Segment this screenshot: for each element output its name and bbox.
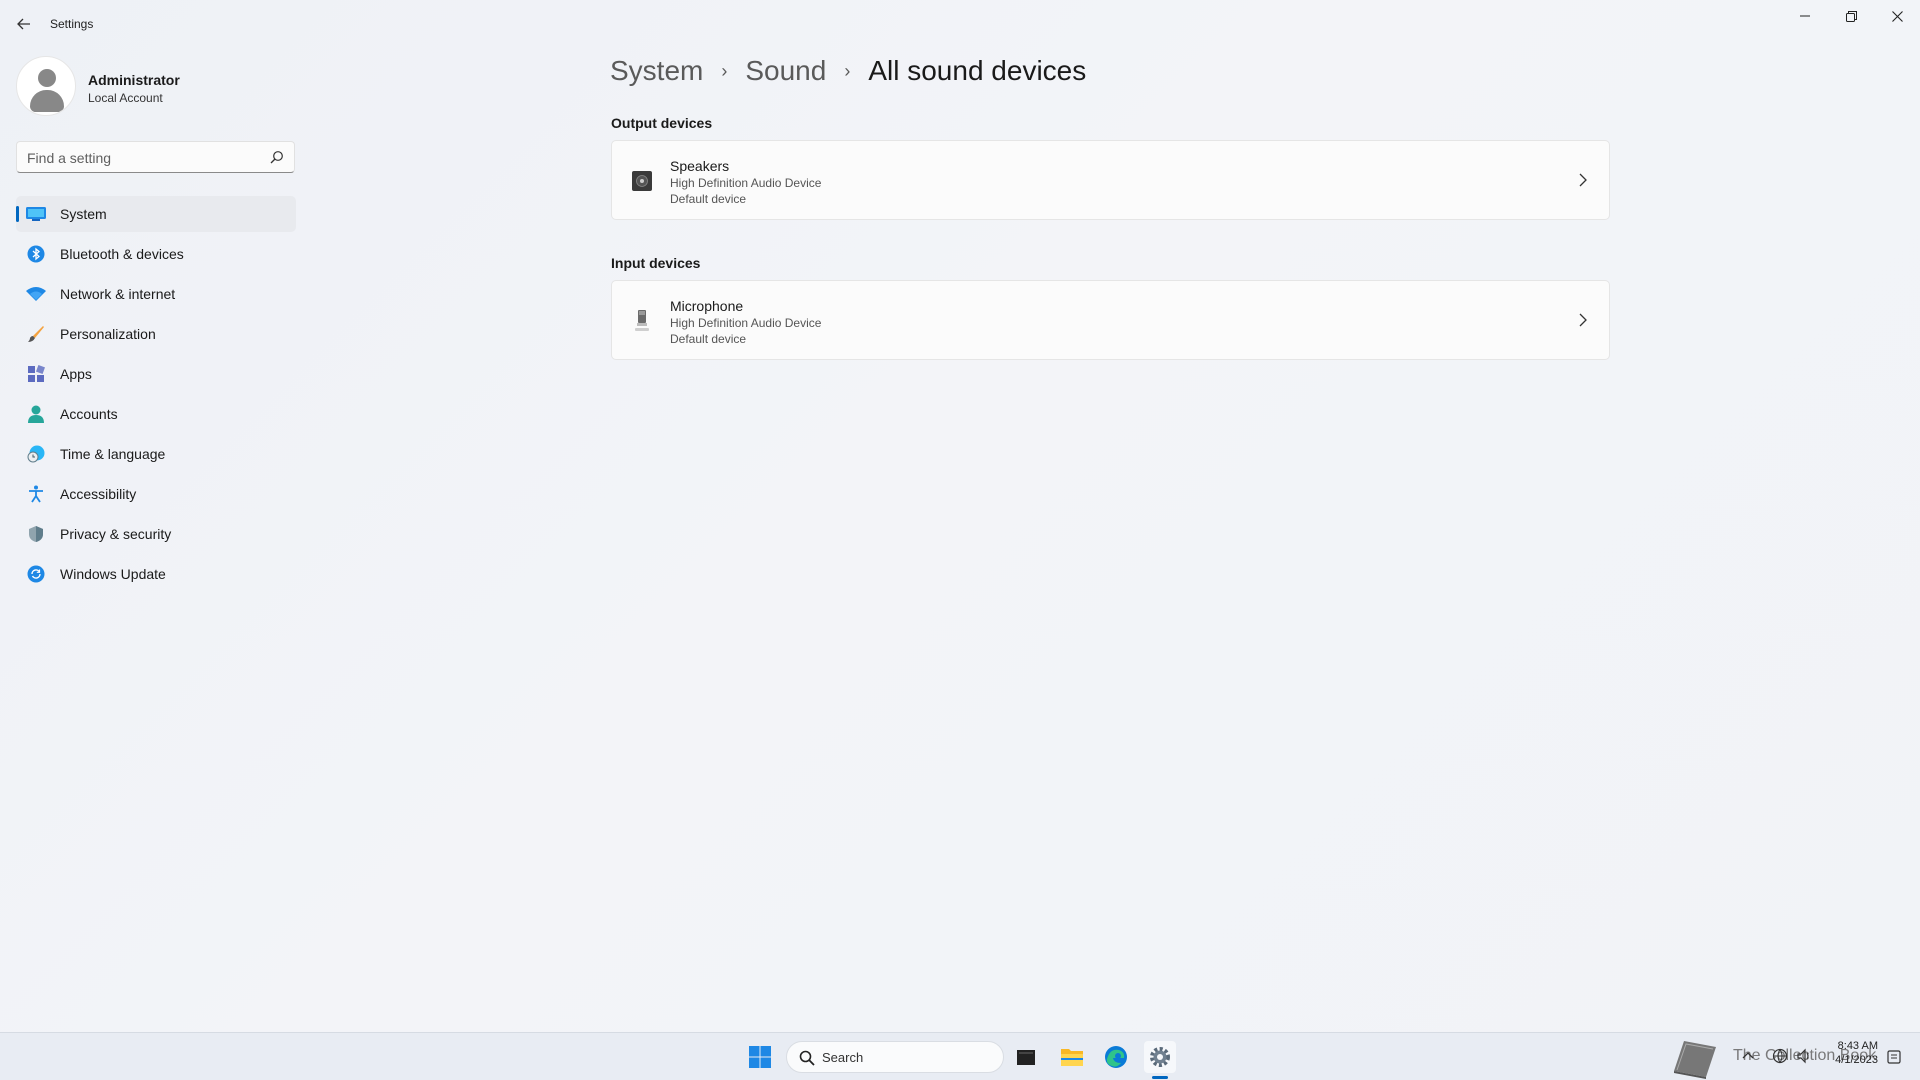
- sidebar-item-apps[interactable]: Apps: [16, 356, 296, 392]
- task-view-button[interactable]: [1010, 1041, 1042, 1073]
- profile-account-type: Local Account: [88, 91, 163, 105]
- settings-window: Settings Administrator Local Account Fin…: [0, 0, 1920, 1032]
- sidebar-item-bluetooth[interactable]: Bluetooth & devices: [16, 236, 296, 272]
- sidebar-item-label: Time & language: [60, 446, 166, 462]
- edge-browser-button[interactable]: [1100, 1041, 1132, 1073]
- bluetooth-icon: [26, 245, 46, 263]
- breadcrumb-separator: ›: [844, 60, 851, 81]
- clock-date[interactable]: 4/1/2023: [1824, 1054, 1878, 1066]
- sidebar-item-network[interactable]: Network & internet: [16, 276, 296, 312]
- sidebar-item-label: Apps: [60, 366, 92, 382]
- windows-start-icon[interactable]: [748, 1045, 772, 1069]
- active-app-indicator: [1152, 1076, 1168, 1079]
- notification-icon[interactable]: [1886, 1049, 1902, 1065]
- sidebar-item-system[interactable]: System: [16, 196, 296, 232]
- breadcrumb: System › Sound › All sound devices: [610, 55, 1086, 87]
- task-view-icon: [1017, 1050, 1035, 1065]
- accessibility-icon: [26, 485, 46, 503]
- close-button[interactable]: [1874, 0, 1920, 32]
- sidebar-item-privacy[interactable]: Privacy & security: [16, 516, 296, 552]
- folder-icon: [1061, 1049, 1083, 1066]
- device-status: Default device: [670, 332, 747, 346]
- sidebar-item-time-language[interactable]: Time & language: [16, 436, 296, 472]
- breadcrumb-system[interactable]: System: [610, 55, 703, 87]
- chevron-right-icon: [1579, 313, 1587, 327]
- restore-button[interactable]: [1828, 0, 1874, 32]
- sidebar-item-accounts[interactable]: Accounts: [16, 396, 296, 432]
- back-button[interactable]: [12, 12, 36, 36]
- close-icon: [1891, 10, 1903, 22]
- search-icon: [270, 151, 283, 164]
- taskbar: Search The Collection Book 8:43 AM 4/1/2…: [0, 1032, 1920, 1080]
- sidebar-item-accessibility[interactable]: Accessibility: [16, 476, 296, 512]
- input-devices-title: Input devices: [611, 255, 701, 271]
- user-profile[interactable]: Administrator Local Account: [16, 56, 296, 118]
- restore-icon: [1845, 10, 1857, 22]
- device-status: Default device: [670, 192, 747, 206]
- output-devices-title: Output devices: [611, 115, 713, 131]
- minimize-button[interactable]: [1782, 0, 1828, 32]
- profile-name: Administrator: [88, 72, 180, 88]
- microphone-device-card[interactable]: Microphone High Definition Audio Device …: [611, 280, 1610, 360]
- sidebar-item-label: Privacy & security: [60, 526, 172, 542]
- taskbar-search-label: Search: [822, 1050, 864, 1065]
- book-icon: [1674, 1041, 1716, 1079]
- edge-icon: [1105, 1046, 1127, 1068]
- sidebar-item-label: Bluetooth & devices: [60, 246, 184, 262]
- avatar: [16, 56, 76, 116]
- system-icon: [26, 205, 46, 223]
- back-arrow-icon: [17, 18, 30, 30]
- chevron-up-icon[interactable]: [1740, 1048, 1756, 1064]
- gear-icon: [1150, 1047, 1170, 1067]
- sidebar-item-label: Network & internet: [60, 286, 176, 302]
- sidebar-item-label: Accessibility: [60, 486, 137, 502]
- shield-icon: [26, 525, 46, 543]
- page-title: All sound devices: [868, 55, 1087, 86]
- search-icon: [799, 1050, 815, 1066]
- sidebar-item-label: System: [60, 206, 107, 222]
- device-description: High Definition Audio Device: [670, 176, 822, 190]
- sidebar-item-windows-update[interactable]: Windows Update: [16, 556, 296, 592]
- settings-app-button[interactable]: [1144, 1041, 1176, 1073]
- chevron-right-icon: [1579, 173, 1587, 187]
- file-explorer-button[interactable]: [1056, 1041, 1088, 1073]
- sidebar-item-label: Personalization: [60, 326, 156, 342]
- accounts-icon: [26, 405, 46, 423]
- brush-icon: [26, 325, 46, 343]
- device-description: High Definition Audio Device: [670, 316, 822, 330]
- device-name: Speakers: [670, 158, 730, 174]
- taskbar-search[interactable]: Search: [786, 1041, 1004, 1073]
- search-input[interactable]: [27, 148, 257, 168]
- speakers-device-card[interactable]: Speakers High Definition Audio Device De…: [611, 140, 1610, 220]
- app-title: Settings: [50, 17, 94, 31]
- clock-time[interactable]: 8:43 AM: [1832, 1040, 1878, 1052]
- title-bar: Settings: [0, 0, 1920, 48]
- settings-search[interactable]: [16, 141, 295, 173]
- breadcrumb-sound[interactable]: Sound: [745, 55, 826, 87]
- sidebar-nav: System Bluetooth & devices Network & int…: [16, 196, 296, 596]
- update-icon: [26, 565, 46, 583]
- device-name: Microphone: [670, 298, 744, 314]
- network-icon[interactable]: [1772, 1048, 1788, 1064]
- breadcrumb-separator: ›: [721, 60, 728, 81]
- time-language-icon: [26, 445, 46, 463]
- microphone-icon: [635, 310, 649, 331]
- minimize-icon: [1800, 15, 1810, 17]
- apps-icon: [26, 365, 46, 383]
- speaker-icon: [632, 171, 652, 191]
- sidebar-item-label: Accounts: [60, 406, 118, 422]
- wifi-icon: [26, 285, 46, 303]
- sidebar-item-personalization[interactable]: Personalization: [16, 316, 296, 352]
- sidebar-item-label: Windows Update: [60, 566, 166, 582]
- volume-icon[interactable]: [1796, 1048, 1812, 1064]
